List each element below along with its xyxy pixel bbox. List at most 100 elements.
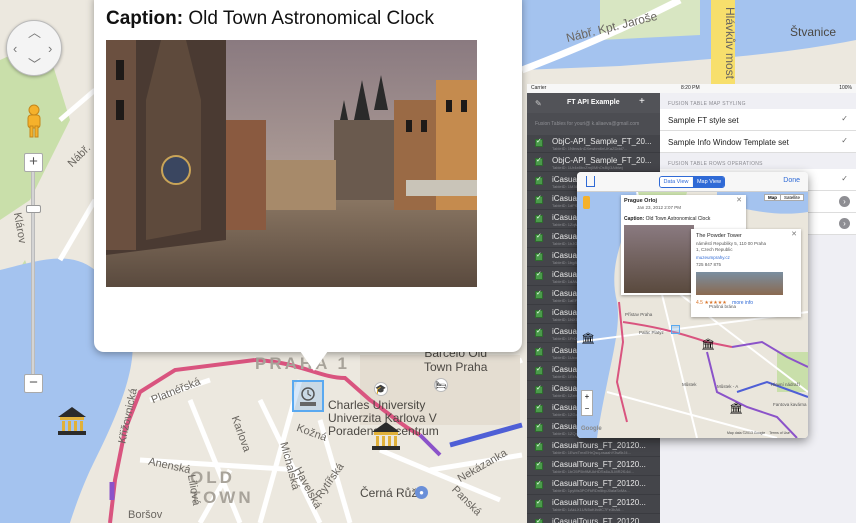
pan-right-icon[interactable]: › <box>48 42 52 55</box>
add-table-button[interactable]: + <box>639 96 645 107</box>
checkbox-icon[interactable] <box>535 422 543 432</box>
close-icon[interactable]: ✕ <box>736 196 742 204</box>
checkmark-icon: ✓ <box>841 114 848 123</box>
disclosure-icon[interactable]: › <box>839 196 850 207</box>
checkmark-icon: ✓ <box>841 174 848 183</box>
pan-left-icon[interactable]: ‹ <box>13 42 17 55</box>
checkbox-icon[interactable] <box>535 251 543 261</box>
info-window-photo[interactable] <box>106 40 477 287</box>
table-row[interactable]: ObjC-API_Sample_FT_20...TableID: 1Nbvs4n… <box>527 135 660 153</box>
done-button[interactable]: Done <box>783 177 800 184</box>
map-label: Můstek - A <box>717 384 739 389</box>
checkbox-icon[interactable] <box>535 517 543 523</box>
museum-marker-icon[interactable]: 🏛 <box>729 402 743 415</box>
map-data-text: Map data ©2013 Google <box>727 431 766 435</box>
section-rows-operations: FUSION TABLE ROWS OPERATIONS <box>668 161 763 167</box>
close-icon[interactable]: ✕ <box>791 230 797 238</box>
checkbox-icon[interactable] <box>535 270 543 280</box>
map-type-satellite[interactable]: Satellite <box>779 194 803 201</box>
map-type-control[interactable]: Map Satellite <box>763 194 804 201</box>
popover-zoom-control[interactable]: + − <box>581 390 593 416</box>
pegman-icon[interactable] <box>24 104 44 138</box>
map-label: Můstek <box>682 382 697 387</box>
checkbox-icon[interactable] <box>535 175 543 185</box>
table-row[interactable]: iCasualTours_FT_20120...TableID: 1PFR0hv… <box>527 515 660 523</box>
checkbox-icon[interactable] <box>535 479 543 489</box>
map-type-map[interactable]: Map <box>765 194 780 201</box>
popover-map[interactable]: Map Satellite Prague Orloj Jan 23, 2012 2… <box>577 192 808 438</box>
disclosure-icon[interactable]: › <box>839 218 850 229</box>
table-row[interactable]: ObjC-API_Sample_FT_20...TableID: 1Ur4e8b… <box>527 154 660 172</box>
museum-marker-icon[interactable] <box>368 418 404 459</box>
mini-iw-date: Jan 23, 2012 2:07 PM <box>637 205 682 210</box>
zoom-slider-rail[interactable] <box>31 170 35 380</box>
checkmark-icon: ✓ <box>841 136 848 145</box>
checkbox-icon[interactable] <box>535 308 543 318</box>
map-label: Palác Platýz <box>639 330 664 335</box>
pan-control[interactable]: ︿ ﹀ ‹ › <box>6 20 62 76</box>
caption-label: Caption: <box>106 8 184 29</box>
checkbox-icon[interactable] <box>535 346 543 356</box>
popover-zoom-in[interactable]: + <box>582 391 592 403</box>
checkbox-icon[interactable] <box>535 365 543 375</box>
info-window-caption: Caption: Old Town Astronomical Clock <box>106 8 434 30</box>
popover-zoom-out[interactable]: − <box>582 403 592 415</box>
university-poi-icon: 🎓 <box>374 382 388 396</box>
table-row[interactable]: iCasualTours_FT_20120...TableID: 1bO5P5b… <box>527 458 660 476</box>
checkbox-icon[interactable] <box>535 232 543 242</box>
table-row-title: iCasualTours_FT_20120... <box>552 441 646 450</box>
segment-map-view[interactable]: Map View <box>693 177 724 187</box>
museum-marker-icon[interactable]: 🏛 <box>701 338 715 351</box>
checkbox-icon[interactable] <box>535 213 543 223</box>
cell-ft-style-set[interactable]: Sample FT style set ✓ <box>660 109 856 131</box>
zoom-out-button[interactable]: − <box>24 374 43 393</box>
checkbox-icon[interactable] <box>535 498 543 508</box>
terms-link[interactable]: Terms of Use <box>769 431 790 435</box>
museum-marker-icon[interactable]: 🏛 <box>581 332 595 345</box>
checkbox-icon[interactable] <box>535 441 543 451</box>
hotel-poi-icon: 🛏 <box>434 378 448 392</box>
zoom-in-button[interactable]: + <box>24 153 43 172</box>
map-label-stvanice: Štvanice <box>790 25 837 39</box>
checkbox-icon[interactable] <box>535 327 543 337</box>
place-link[interactable]: muzeumprahy.cz <box>696 255 730 260</box>
checkbox-icon[interactable] <box>535 289 543 299</box>
checkbox-icon[interactable] <box>535 137 543 147</box>
zoom-slider-thumb[interactable] <box>26 205 41 213</box>
clock-marker-icon[interactable] <box>292 380 324 412</box>
view-segmented-control[interactable]: Data View Map View <box>659 176 725 188</box>
map-label-borsov: Boršov <box>128 509 163 521</box>
pan-up-icon[interactable]: ︿ <box>28 26 41 39</box>
checkbox-icon[interactable] <box>535 156 543 166</box>
share-icon[interactable] <box>586 176 595 187</box>
cell-info-window-template[interactable]: Sample Info Window Template set ✓ <box>660 131 856 153</box>
table-row[interactable]: iCasualTours_FT_20120...TableID: 1EwxTmx… <box>527 439 660 457</box>
status-time: 8:20 PM <box>681 85 700 91</box>
checkbox-icon[interactable] <box>535 403 543 413</box>
clock-marker-icon[interactable] <box>671 325 680 334</box>
edit-pencil-icon[interactable]: ✎ <box>535 99 542 108</box>
rating-value: 4.5 <box>696 300 703 306</box>
map-label: Prašná brána <box>709 304 737 309</box>
segment-data-view[interactable]: Data View <box>660 177 692 187</box>
place-title: The Powder Tower <box>696 233 742 239</box>
mini-caption-label: Caption: <box>624 216 645 222</box>
pan-down-icon[interactable]: ﹀ <box>28 58 41 71</box>
caption-value: Old Town Astronomical Clock <box>188 8 435 29</box>
place-photo <box>696 272 783 295</box>
checkbox-icon[interactable] <box>535 194 543 204</box>
section-map-styling: FUSION TABLE MAP STYLING <box>668 101 746 107</box>
status-carrier: Carrier <box>531 85 547 91</box>
pegman-icon[interactable] <box>583 196 590 209</box>
info-window: Caption: Old Town Astronomical Clock <box>94 0 522 352</box>
map-label: Hlavní nádraží <box>771 382 801 387</box>
museum-marker-icon[interactable] <box>54 403 90 444</box>
map-label: Fantova kavárna <box>773 402 807 407</box>
table-row[interactable]: iCasualTours_FT_20120...TableID: 1AkLX1U… <box>527 496 660 514</box>
table-row-id: TableID: 1pyMs3POFkRDn5bpJ0alaSxMa... <box>552 488 630 493</box>
info-window-tail <box>300 351 328 371</box>
status-battery: 100% <box>839 85 852 91</box>
checkbox-icon[interactable] <box>535 460 543 470</box>
table-row[interactable]: iCasualTours_FT_20120...TableID: 1pyMs3P… <box>527 477 660 495</box>
checkbox-icon[interactable] <box>535 384 543 394</box>
